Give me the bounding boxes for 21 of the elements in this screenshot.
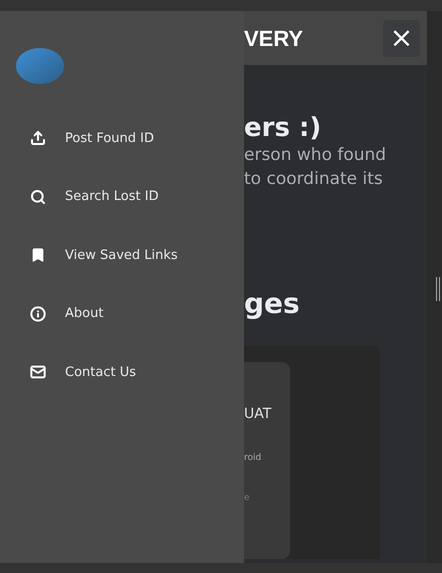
card-title: UAT [244, 405, 272, 424]
search-icon [30, 188, 46, 205]
drawer-item[interactable]: View Saved Links [0, 226, 244, 284]
mail-icon [30, 364, 46, 380]
bookmark-icon [30, 247, 46, 264]
intro-text: to coordinate its [244, 168, 384, 191]
section-heading: ges [244, 287, 301, 321]
drawer-item[interactable]: Contact Us [0, 343, 244, 402]
close-button[interactable]: × [383, 20, 420, 56]
app-title: VERY [244, 24, 304, 52]
intro-text: erson who found [244, 144, 388, 167]
card-text: e [244, 492, 251, 504]
drawer-item[interactable]: Search Lost ID [0, 168, 244, 226]
avatar [16, 48, 64, 84]
resize-handle[interactable] [436, 277, 440, 301]
upload-icon [30, 130, 46, 146]
card-text: roid [244, 452, 262, 465]
drawer-item[interactable]: About [0, 284, 244, 343]
drawer-item[interactable]: Post Found ID [0, 109, 244, 168]
info-icon [30, 306, 46, 322]
heading: ers :) [244, 113, 322, 143]
